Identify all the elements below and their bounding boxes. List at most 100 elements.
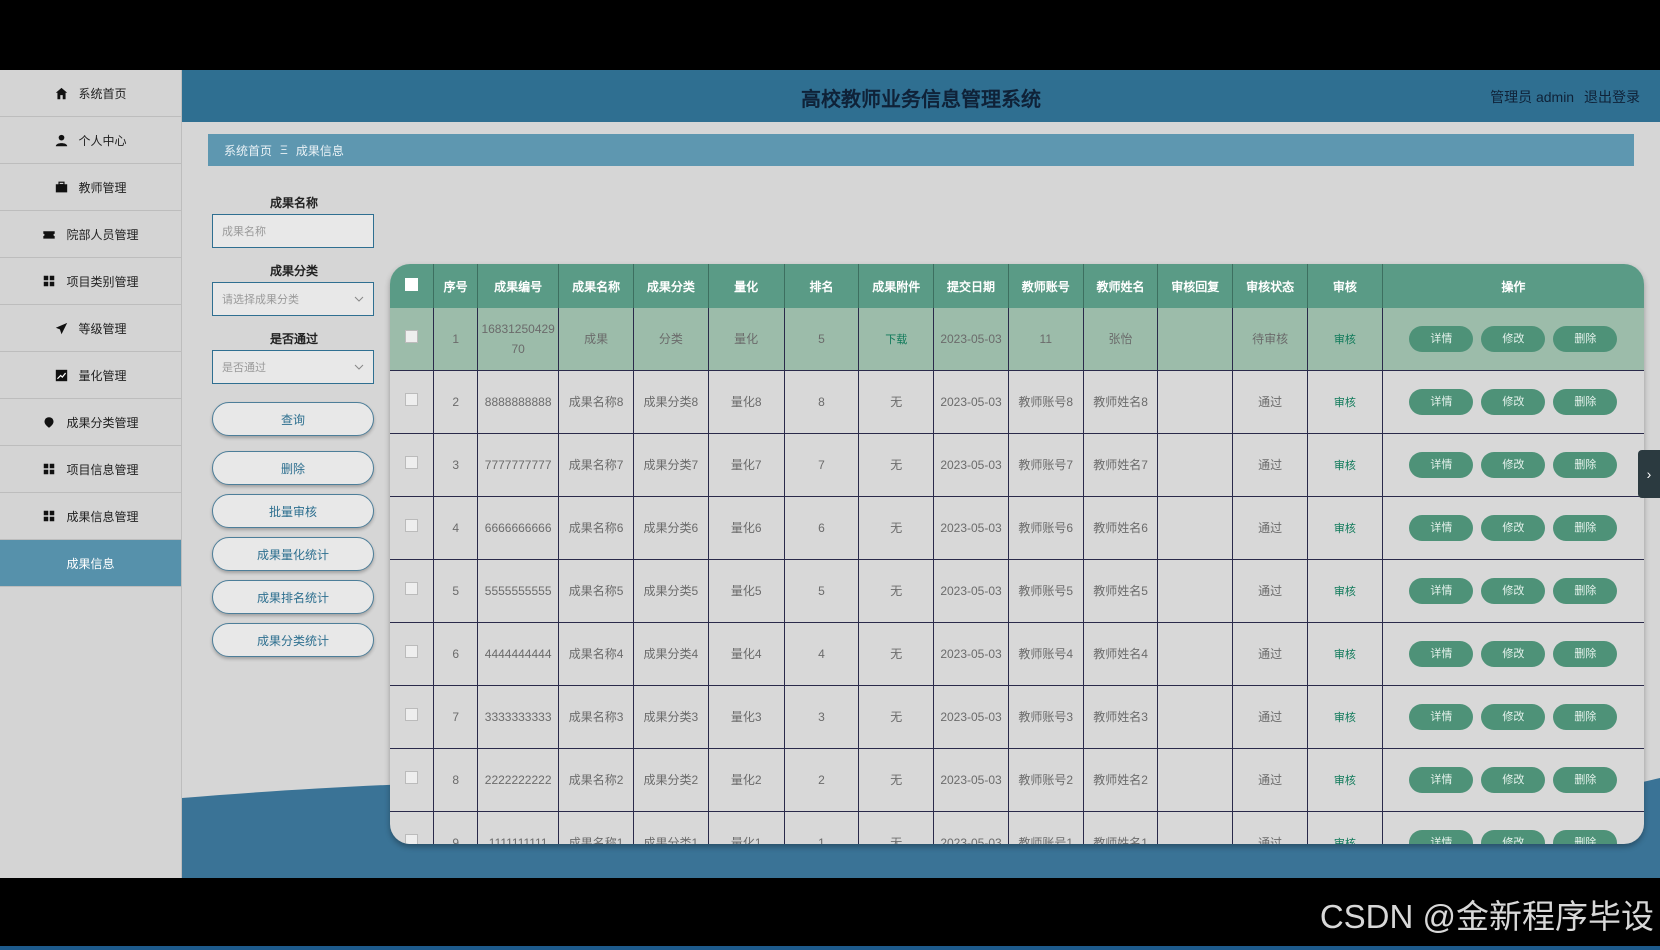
- rank-stats-button[interactable]: 成果排名统计: [212, 580, 374, 614]
- detail-button[interactable]: 详情: [1409, 452, 1474, 478]
- delete-row-button[interactable]: 删除: [1553, 830, 1618, 844]
- row-select-cell[interactable]: [390, 685, 435, 749]
- date-value: 2023-05-03: [940, 332, 1002, 346]
- sidebar-item-home[interactable]: 系统首页: [0, 70, 181, 117]
- delete-row-button[interactable]: 删除: [1553, 767, 1618, 793]
- audit-value[interactable]: 审核: [1334, 775, 1356, 787]
- row-checkbox[interactable]: [405, 456, 419, 469]
- cell-attachment[interactable]: 下载: [858, 308, 935, 371]
- sidebar-item-project-info[interactable]: 项目信息管理: [0, 446, 181, 493]
- row-select-cell[interactable]: [390, 370, 435, 434]
- detail-button[interactable]: 详情: [1409, 704, 1474, 730]
- detail-button[interactable]: 详情: [1409, 578, 1474, 604]
- row-checkbox[interactable]: [405, 834, 419, 844]
- sidebar-item-project-category[interactable]: 项目类别管理: [0, 258, 181, 305]
- row-checkbox[interactable]: [405, 708, 419, 721]
- sidebar-item-staff[interactable]: 院部人员管理: [0, 211, 181, 258]
- audit-value[interactable]: 审核: [1334, 523, 1356, 535]
- cell-audit[interactable]: 审核: [1307, 748, 1383, 812]
- sidebar-item-achievement-category[interactable]: 成果分类管理: [0, 399, 181, 446]
- row-select-cell[interactable]: [390, 622, 435, 686]
- row-select-cell[interactable]: [390, 748, 435, 812]
- row-checkbox[interactable]: [405, 582, 419, 595]
- sidebar-item-teachers[interactable]: 教师管理: [0, 164, 181, 211]
- category-stats-button[interactable]: 成果分类统计: [212, 623, 374, 657]
- sidebar-subitem-achievement[interactable]: 成果信息: [0, 540, 181, 587]
- breadcrumb-home[interactable]: 系统首页: [224, 142, 272, 159]
- row-checkbox[interactable]: [405, 393, 419, 406]
- cell-audit[interactable]: 审核: [1307, 370, 1383, 434]
- delete-button[interactable]: 删除: [212, 451, 374, 485]
- sidebar-item-achievement-info[interactable]: 成果信息管理: [0, 493, 181, 540]
- select-all-header[interactable]: [390, 264, 435, 308]
- status-value: 通过: [1258, 836, 1283, 844]
- delete-row-button[interactable]: 删除: [1553, 326, 1618, 352]
- delete-row-button[interactable]: 删除: [1553, 578, 1618, 604]
- edit-button[interactable]: 修改: [1481, 767, 1546, 793]
- pass-select[interactable]: 是否通过: [212, 350, 374, 384]
- cell-audit[interactable]: 审核: [1307, 433, 1383, 497]
- audit-value[interactable]: 审核: [1334, 712, 1356, 724]
- row-checkbox[interactable]: [405, 645, 419, 658]
- row-select-cell[interactable]: [390, 811, 435, 844]
- sidebar-item-level[interactable]: 等级管理: [0, 305, 181, 352]
- edit-button[interactable]: 修改: [1481, 641, 1546, 667]
- row-select-cell[interactable]: [390, 308, 435, 371]
- detail-button[interactable]: 详情: [1409, 326, 1474, 352]
- delete-row-button[interactable]: 删除: [1553, 389, 1618, 415]
- cell-reply: [1157, 622, 1234, 686]
- sidebar-item-profile[interactable]: 个人中心: [0, 117, 181, 164]
- category-select[interactable]: 请选择成果分类: [212, 282, 374, 316]
- edit-button[interactable]: 修改: [1481, 389, 1546, 415]
- edit-button[interactable]: 修改: [1481, 830, 1546, 844]
- audit-value[interactable]: 审核: [1334, 586, 1356, 598]
- chevron-right-icon[interactable]: ›: [1638, 450, 1660, 498]
- cell-status: 通过: [1232, 811, 1308, 844]
- select-all-checkbox[interactable]: [405, 278, 419, 291]
- delete-row-button[interactable]: 删除: [1553, 704, 1618, 730]
- cell-audit[interactable]: 审核: [1307, 811, 1383, 845]
- cell-audit[interactable]: 审核: [1307, 308, 1383, 371]
- logout-link[interactable]: 退出登录: [1584, 89, 1640, 105]
- detail-button[interactable]: 详情: [1409, 389, 1474, 415]
- audit-value[interactable]: 审核: [1334, 838, 1356, 845]
- name-search-input[interactable]: 成果名称: [212, 214, 374, 248]
- attachment-value[interactable]: 下载: [885, 334, 907, 346]
- cell-seq: 1: [433, 308, 479, 371]
- row-checkbox[interactable]: [405, 771, 419, 784]
- date-value: 2023-05-03: [940, 647, 1002, 661]
- delete-row-button[interactable]: 删除: [1553, 641, 1618, 667]
- sidebar-item-quant[interactable]: 量化管理: [0, 352, 181, 399]
- edit-button[interactable]: 修改: [1481, 578, 1546, 604]
- row-checkbox[interactable]: [405, 330, 419, 343]
- account-value: 教师账号2: [1018, 773, 1074, 787]
- cell-audit[interactable]: 审核: [1307, 622, 1383, 686]
- audit-value[interactable]: 审核: [1334, 334, 1356, 346]
- row-checkbox[interactable]: [405, 519, 419, 532]
- cell-reply: [1157, 496, 1234, 560]
- edit-button[interactable]: 修改: [1481, 452, 1546, 478]
- edit-button[interactable]: 修改: [1481, 326, 1546, 352]
- row-select-cell[interactable]: [390, 433, 435, 497]
- audit-value[interactable]: 审核: [1334, 649, 1356, 661]
- audit-value[interactable]: 审核: [1334, 397, 1356, 409]
- row-select-cell[interactable]: [390, 496, 435, 560]
- delete-row-button[interactable]: 删除: [1553, 515, 1618, 541]
- cell-audit[interactable]: 审核: [1307, 685, 1383, 749]
- cell-category: 成果分类1: [633, 811, 709, 844]
- delete-row-button[interactable]: 删除: [1553, 452, 1618, 478]
- edit-button[interactable]: 修改: [1481, 704, 1546, 730]
- detail-button[interactable]: 详情: [1409, 830, 1474, 844]
- cell-audit[interactable]: 审核: [1307, 496, 1383, 560]
- detail-button[interactable]: 详情: [1409, 641, 1474, 667]
- edit-button[interactable]: 修改: [1481, 515, 1546, 541]
- batch-audit-button[interactable]: 批量审核: [212, 494, 374, 528]
- detail-button[interactable]: 详情: [1409, 767, 1474, 793]
- query-button[interactable]: 查询: [212, 402, 374, 436]
- audit-value[interactable]: 审核: [1334, 460, 1356, 472]
- quant-stats-button[interactable]: 成果量化统计: [212, 537, 374, 571]
- detail-button[interactable]: 详情: [1409, 515, 1474, 541]
- cell-audit[interactable]: 审核: [1307, 559, 1383, 623]
- row-select-cell[interactable]: [390, 559, 435, 623]
- row-actions: 详情 修改 删除: [1382, 370, 1644, 434]
